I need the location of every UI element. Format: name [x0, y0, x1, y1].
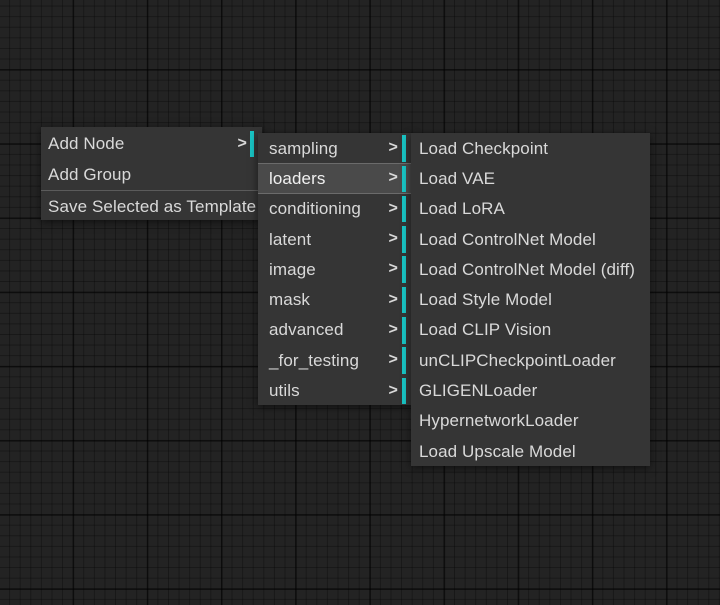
menu-item-unclip-checkpoint-loader[interactable]: unCLIPCheckpointLoader [411, 345, 650, 375]
menu-item-sampling[interactable]: sampling > [258, 133, 413, 163]
menu-item-label: Load ControlNet Model (diff) [419, 259, 636, 279]
menu-item-load-controlnet-model-diff[interactable]: Load ControlNet Model (diff) [411, 254, 650, 284]
menu-item-load-style-model[interactable]: Load Style Model [411, 284, 650, 314]
menu-item-add-node[interactable]: Add Node > [41, 128, 262, 159]
menu-item-label: Add Node [48, 134, 125, 153]
menu-item-label: advanced [269, 320, 344, 340]
menu-item-label: utils [269, 381, 300, 401]
menu-item-conditioning[interactable]: conditioning > [258, 194, 413, 224]
chevron-right-icon: > [388, 381, 398, 399]
submenu-accent-bar [402, 317, 406, 344]
submenu-accent-bar [402, 377, 406, 404]
chevron-right-icon: > [237, 134, 247, 152]
menu-item-label: Load CLIP Vision [419, 320, 552, 340]
menu-item-load-controlnet-model[interactable]: Load ControlNet Model [411, 224, 650, 254]
menu-item-label: conditioning [269, 199, 361, 219]
chevron-right-icon: > [388, 169, 398, 187]
menu-item-latent[interactable]: latent > [258, 224, 413, 254]
menu-item-image[interactable]: image > [258, 254, 413, 284]
menu-item-label: image [269, 259, 316, 279]
chevron-right-icon: > [388, 351, 398, 369]
chevron-right-icon: > [388, 230, 398, 248]
menu-item-for-testing[interactable]: _for_testing > [258, 345, 413, 375]
submenu-accent-bar [402, 347, 406, 374]
chevron-right-icon: > [388, 320, 398, 338]
menu-item-utils[interactable]: utils > [258, 375, 413, 405]
submenu-accent-bar [402, 226, 406, 253]
menu-item-label: GLIGENLoader [419, 381, 538, 401]
menu-item-label: _for_testing [269, 350, 360, 370]
menu-item-hypernetwork-loader[interactable]: HypernetworkLoader [411, 406, 650, 436]
menu-item-label: unCLIPCheckpointLoader [419, 350, 616, 370]
chevron-right-icon: > [388, 199, 398, 217]
menu-item-advanced[interactable]: advanced > [258, 315, 413, 345]
menu-item-label: Load LoRA [419, 199, 505, 219]
submenu-accent-bar [250, 131, 254, 157]
submenu-accent-bar [402, 135, 406, 162]
menu-item-label: loaders [269, 168, 326, 188]
menu-item-label: mask [269, 290, 311, 310]
submenu-accent-bar [402, 195, 406, 222]
chevron-right-icon: > [388, 260, 398, 278]
menu-item-label: Load VAE [419, 168, 496, 188]
menu-item-label: Load ControlNet Model [419, 229, 596, 249]
menu-item-label: Load Upscale Model [419, 441, 576, 461]
context-menu-level1[interactable]: Add Node > Add Group Save Selected as Te… [41, 127, 262, 220]
menu-item-add-group[interactable]: Add Group [41, 159, 262, 190]
menu-item-label: Load Style Model [419, 290, 552, 310]
menu-item-load-checkpoint[interactable]: Load Checkpoint [411, 133, 650, 163]
menu-item-mask[interactable]: mask > [258, 284, 413, 314]
submenu-accent-bar [402, 286, 406, 313]
submenu-accent-bar [402, 256, 406, 283]
submenu-accent-bar [402, 165, 406, 192]
menu-item-label: Save Selected as Template [48, 197, 257, 216]
menu-item-label: HypernetworkLoader [419, 411, 579, 431]
menu-item-label: latent [269, 229, 312, 249]
context-menu-level2-categories[interactable]: sampling > loaders > conditioning > late… [258, 133, 413, 405]
menu-item-label: Load Checkpoint [419, 138, 549, 158]
menu-item-save-selected-as-template[interactable]: Save Selected as Template [41, 191, 262, 222]
menu-item-load-vae[interactable]: Load VAE [411, 163, 650, 193]
chevron-right-icon: > [388, 290, 398, 308]
menu-item-label: Add Group [48, 165, 132, 184]
menu-item-load-upscale-model[interactable]: Load Upscale Model [411, 436, 650, 466]
chevron-right-icon: > [388, 139, 398, 157]
menu-item-label: sampling [269, 138, 338, 158]
menu-item-load-clip-vision[interactable]: Load CLIP Vision [411, 315, 650, 345]
menu-item-load-lora[interactable]: Load LoRA [411, 194, 650, 224]
menu-item-loaders[interactable]: loaders > [258, 163, 413, 194]
menu-item-gligen-loader[interactable]: GLIGENLoader [411, 375, 650, 405]
context-menu-level3-loaders[interactable]: Load Checkpoint Load VAE Load LoRA Load … [411, 133, 650, 466]
graph-canvas[interactable]: Add Node > Add Group Save Selected as Te… [0, 0, 720, 605]
